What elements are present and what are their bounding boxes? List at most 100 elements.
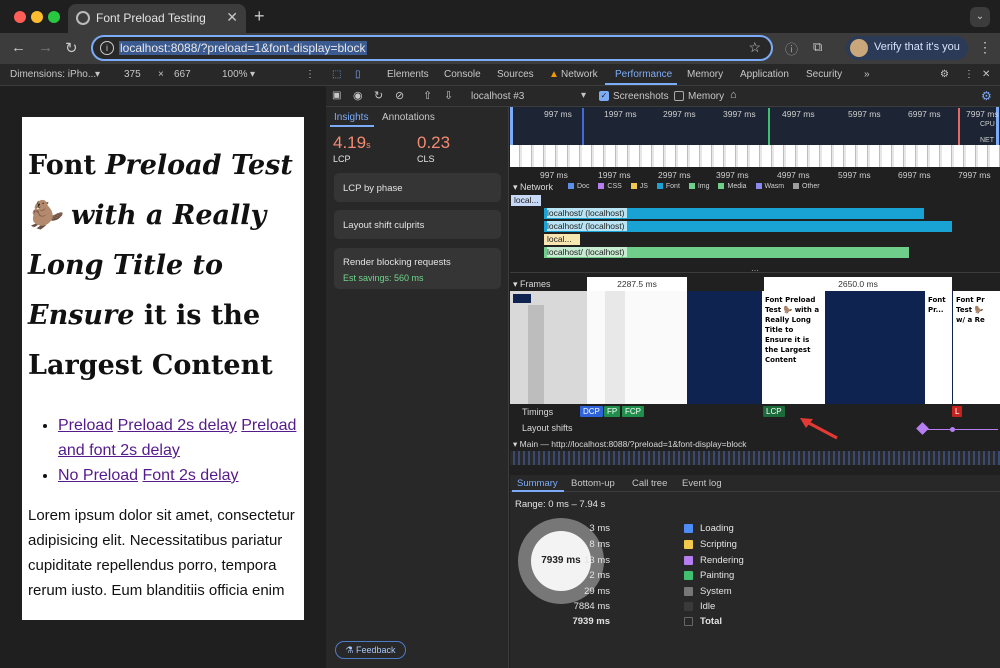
tab-performance[interactable]: Performance [615,69,672,80]
overview-filmstrip[interactable] [510,145,1000,167]
network-request[interactable]: localhost/ (localhost) [544,247,909,258]
overview-tick: 3997 ms [723,109,756,119]
preload-delay-link[interactable]: Preload 2s delay [118,417,237,434]
lcp-label: LCP [333,154,351,164]
profile-select[interactable]: localhost #3 [471,91,524,102]
more-tabs-button[interactable]: » [864,69,870,80]
preload-link[interactable]: Preload [58,417,113,434]
minimize-window-button[interactable] [31,11,43,23]
main-thread-track[interactable] [510,451,1000,465]
render-blocking-card[interactable]: Render blocking requests Est savings: 56… [334,248,501,289]
clear-icon[interactable]: ⊘ [395,89,404,102]
device-toggle-icon[interactable]: ▯ [355,69,361,80]
frame-screenshot[interactable] [510,291,587,404]
overview-tick: 5997 ms [848,109,881,119]
memory-checkbox[interactable] [674,91,684,101]
zoom-window-button[interactable] [48,11,60,23]
no-preload-link[interactable]: No Preload [58,467,138,484]
font-delay-link[interactable]: Font 2s delay [143,467,239,484]
feedback-button[interactable]: ⚗ Feedback [335,641,406,659]
frame-duration[interactable]: 2650.0 ms [764,277,952,291]
timing-fcp[interactable]: FCP [622,406,644,417]
timing-fp[interactable]: FP [604,406,621,417]
overview-tick: 2997 ms [663,109,696,119]
browser-tab[interactable]: Font Preload Testing ✕ [68,4,246,33]
sidebar-toggle-icon[interactable]: ▣ [332,90,341,101]
tab-call-tree[interactable]: Call tree [632,478,667,489]
tab-bottom-up[interactable]: Bottom-up [571,478,615,489]
forward-button[interactable]: → [38,39,53,56]
frame-screenshot[interactable]: Font Pr... [925,291,952,404]
frame-screenshot[interactable] [587,291,687,404]
record-icon[interactable]: ◉ [353,89,363,102]
cls-label: CLS [417,154,435,164]
timing-load[interactable]: L [952,406,963,417]
device-more-icon[interactable]: ⋮ [305,69,315,80]
broom-icon[interactable]: ⌂ [730,89,737,101]
tab-elements[interactable]: Elements [387,69,429,80]
chevron-down-icon: ▾ [250,69,256,80]
tab-sources[interactable]: Sources [497,69,534,80]
tab-annotations[interactable]: Annotations [382,112,435,123]
device-height[interactable]: 667 [174,69,191,80]
device-dimensions-select[interactable]: Dimensions: iPho... [10,69,96,80]
render-blocking-title: Render blocking requests [343,257,451,268]
network-track-header[interactable]: ▾ Network [513,182,553,193]
network-request[interactable]: localhost/ (localhost) [544,221,952,232]
bookmark-star-icon[interactable]: ☆ [748,39,761,56]
layout-shift-marker[interactable] [916,422,929,435]
resize-handle-icon[interactable]: ⋯ [751,266,759,275]
tab-console[interactable]: Console [444,69,481,80]
annotation-arrow-icon [800,418,838,440]
back-button[interactable]: ← [11,39,26,56]
frame-screenshot[interactable]: Font Pr Test 🦫 w/ a Re [953,291,1000,404]
close-devtools-icon[interactable]: ✕ [982,69,990,80]
timings-track-header[interactable]: Timings [522,407,553,417]
devtools-menu-icon[interactable]: ⋮ [964,69,974,80]
layout-shift-marker[interactable] [950,427,955,432]
network-request[interactable]: local... [511,195,541,206]
frame-duration[interactable]: 2287.5 ms [587,277,687,291]
timing-dcl[interactable]: DCP [580,406,603,417]
upload-icon[interactable]: ⇧ [423,89,432,102]
tab-security[interactable]: Security [806,69,842,80]
network-request[interactable]: local... [544,234,580,245]
site-info-icon[interactable]: i [100,41,114,55]
tab-event-log[interactable]: Event log [682,478,722,489]
reload-record-icon[interactable]: ↻ [374,89,383,102]
new-tab-button[interactable]: + [254,6,265,27]
main-thread-header[interactable]: ▾ Main — http://localhost:8088/?preload=… [513,439,746,450]
layout-shifts-track-header[interactable]: Layout shifts [522,423,573,433]
tab-network[interactable]: Network [561,69,598,80]
address-bar[interactable]: i localhost:8088/?preload=1&font-display… [91,35,773,61]
active-tab-underline [605,83,677,85]
overview-tick: 6997 ms [908,109,941,119]
layout-shift-card[interactable]: Layout shift culprits [334,210,501,239]
frame-screenshot[interactable]: Font Preload Test 🦫 with a Really Long T… [762,291,825,404]
url-text[interactable]: localhost:8088/?preload=1&font-display=b… [119,41,367,55]
tab-search-button[interactable]: ⌄ [970,7,990,27]
tab-memory[interactable]: Memory [687,69,723,80]
avatar [850,39,868,57]
network-request[interactable]: localhost/ (localhost) [544,208,924,219]
browser-menu-icon[interactable]: ⋮ [978,39,992,56]
zoom-select[interactable]: 100% [222,69,248,80]
inspect-element-icon[interactable]: ⬚ [332,69,341,80]
timing-lcp[interactable]: LCP [763,406,785,417]
close-tab-icon[interactable]: ✕ [226,9,238,26]
tab-application[interactable]: Application [740,69,789,80]
device-width[interactable]: 375 [124,69,141,80]
profile-verify-button[interactable]: Verify that it's you [846,36,968,60]
lcp-by-phase-card[interactable]: LCP by phase [334,173,501,202]
close-window-button[interactable] [14,11,26,23]
screenshots-checkbox[interactable]: ✓ [599,91,609,101]
download-icon[interactable]: ⇩ [444,89,453,102]
frames-track-header[interactable]: ▾ Frames [513,279,551,290]
tab-summary[interactable]: Summary [517,478,558,489]
capture-settings-icon[interactable]: ⚙ [981,89,992,103]
reload-button[interactable]: ↻ [65,39,78,57]
info-circle-icon[interactable]: ⓘ [785,39,798,58]
extensions-icon[interactable]: ⧉ [813,39,822,55]
tab-insights[interactable]: Insights [334,112,368,123]
gear-icon[interactable]: ⚙ [940,69,949,80]
